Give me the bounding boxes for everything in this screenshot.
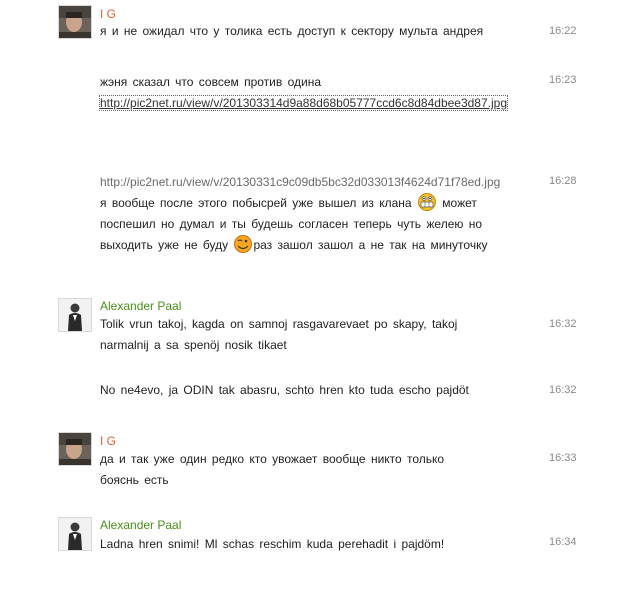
message-text: Tolik vrun takoj, kagda on samnoj rasgav…	[100, 317, 458, 352]
author-name[interactable]: I G	[100, 434, 116, 448]
wink-smiley-icon	[233, 235, 253, 253]
author-name[interactable]: Alexander Paal	[100, 518, 181, 532]
message-time: 16:23	[549, 74, 577, 86]
message-time: 16:34	[549, 536, 577, 548]
avatar-ig[interactable]	[58, 5, 92, 39]
message-time: 16:22	[549, 25, 577, 37]
message-text: No ne4evo, ja ODIN tak abasru, schto hre…	[100, 383, 469, 397]
message-time: 16:28	[549, 175, 577, 187]
message-text-part: жэня сказал что совсем против одина	[100, 75, 322, 89]
author-name[interactable]: I G	[100, 7, 116, 21]
avatar-ig[interactable]	[58, 432, 92, 466]
message-text: да и так уже один редко кто увожает вооб…	[100, 452, 445, 487]
message-text-part: я вообще после этого побысрей уже вышел …	[100, 196, 412, 210]
message-time: 16:32	[549, 318, 577, 330]
message-time: 16:32	[549, 384, 577, 396]
message-time: 16:33	[549, 452, 577, 464]
message-text: http://pic2net.ru/view/v/20130331c9c09db…	[100, 172, 510, 256]
avatar-alexander-paal[interactable]	[58, 298, 92, 332]
author-name[interactable]: Alexander Paal	[100, 299, 181, 313]
message-text: Ladna hren snimi! Ml schas reschim kuda …	[100, 537, 445, 551]
grin-smiley-icon	[417, 193, 437, 211]
avatar-alexander-paal[interactable]	[58, 517, 92, 551]
image-link[interactable]: http://pic2net.ru/view/v/20130331c9c09db…	[100, 175, 500, 189]
image-link[interactable]: http://pic2net.ru/view/v/201303314d9a88d…	[98, 95, 509, 111]
message-text: я и не ожидал что у толика есть доступ к…	[100, 24, 484, 38]
message-text-part: раз зашол зашол а не так на минуточку	[253, 238, 488, 252]
message-text: жэня сказал что совсем против одина http…	[98, 72, 510, 114]
